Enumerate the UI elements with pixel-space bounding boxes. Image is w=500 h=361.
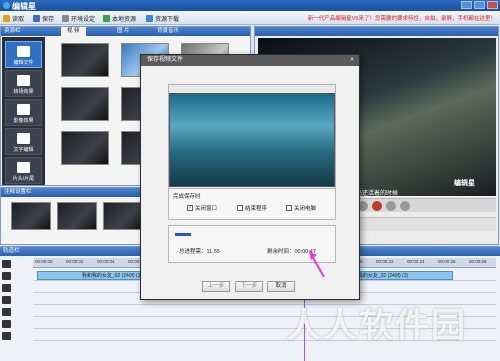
video-track-icon (2, 272, 11, 280)
resource-download-button[interactable]: 资源下载 (146, 14, 179, 23)
total-time-label: 总进程需：11.55 (179, 249, 220, 255)
site-watermark: 人人软件园 (287, 306, 467, 346)
toolbar: 读取 保存 环境设定 本地资源 资源下载 新一代产品编辑星V6来了！您需要的要求… (0, 11, 500, 25)
text-edit-button[interactable]: 文字编辑 (5, 128, 42, 155)
disk-icon (33, 15, 40, 22)
music-track-icon (2, 332, 11, 340)
effects-icon (17, 104, 30, 115)
clock-icon (2, 260, 11, 268)
window-controls (461, 1, 498, 9)
prev-step-button[interactable]: 上一步 (202, 281, 230, 292)
shutdown-option[interactable]: 关闭电脑 (286, 204, 316, 212)
video-thumbnail[interactable] (61, 87, 109, 121)
subtitle-track-icon (2, 320, 11, 328)
next-frame-icon[interactable] (386, 201, 396, 211)
checkbox-icon[interactable] (286, 205, 292, 211)
subtitle-thumbnail[interactable] (57, 202, 97, 230)
video-thumbnail[interactable] (61, 131, 109, 165)
after-complete-group: 完成保存时 ✓ 关闭窗口 结束程序 关闭电脑 (168, 188, 336, 220)
preview-header (255, 27, 498, 36)
timeline-tick: 00:00:24 (407, 259, 425, 264)
subtitle-thumbnail[interactable] (103, 202, 143, 230)
folder-icon (3, 15, 10, 22)
preview-watermark-logo: 编辑星 (454, 180, 475, 187)
next-step-button[interactable]: 下一步 (235, 281, 263, 292)
timeline-tick: 00:00:02 (66, 259, 84, 264)
download-icon (146, 15, 153, 22)
end-program-option[interactable]: 结束程序 (237, 204, 267, 212)
clapper-icon (17, 162, 30, 173)
timeline-tick: 00:00:28 (469, 259, 487, 264)
track-subtitle-toggle[interactable] (2, 319, 30, 329)
tab-image[interactable]: 图 片 (111, 27, 136, 36)
transition-button[interactable]: 转场效果 (5, 70, 42, 97)
video-thumbnail[interactable] (61, 43, 109, 77)
close-window-button[interactable] (487, 1, 498, 9)
save-video-dialog: 保存视频文件 × 完成保存时 ✓ 关闭窗口 结束程序 关闭电脑 总进程需：11.… (140, 54, 360, 300)
text-icon (17, 133, 30, 144)
cancel-button[interactable]: 取消 (267, 281, 295, 292)
close-window-option[interactable]: ✓ 关闭窗口 (187, 204, 217, 212)
open-button[interactable]: 读取 (3, 14, 24, 23)
track-music-toggle[interactable] (2, 331, 30, 341)
timeline-tick: 00:00:22 (376, 259, 394, 264)
film-icon (17, 46, 30, 57)
track-video-toggle[interactable] (2, 271, 30, 281)
track-text-toggle[interactable] (2, 307, 30, 317)
local-resource-button[interactable]: 本地资源 (103, 14, 136, 23)
save-progress-bar (175, 233, 191, 236)
track-audio-toggle[interactable] (2, 295, 30, 305)
volume-icon[interactable] (400, 201, 410, 211)
minimize-button[interactable] (461, 1, 472, 9)
dialog-preview-video (169, 93, 335, 187)
effect-track-icon (2, 284, 11, 292)
transition-icon (17, 75, 30, 86)
app-logo-icon (3, 2, 10, 9)
audio-track-icon (2, 296, 11, 304)
tab-music[interactable]: 背景音乐 (151, 27, 185, 36)
maximize-button[interactable] (474, 1, 485, 9)
timeline-clock[interactable] (2, 259, 30, 269)
play-icon[interactable] (372, 201, 382, 211)
title-bar: 编辑星 (0, 0, 500, 11)
settings-button[interactable]: 环境设定 (62, 14, 95, 23)
arrow-down-icon (103, 15, 110, 22)
text-track-icon (2, 308, 11, 316)
checkbox-icon[interactable] (237, 205, 243, 211)
intro-outro-button[interactable]: 片头/片尾 (5, 157, 42, 184)
after-complete-label: 完成保存时 (173, 194, 201, 200)
gear-icon (62, 15, 69, 22)
dialog-title: 保存视频文件 (141, 55, 359, 66)
subtitle-thumbnail[interactable] (11, 202, 51, 230)
checkbox-checked-icon[interactable]: ✓ (187, 205, 193, 211)
timeline-tick: 00:00:00 (35, 259, 53, 264)
annotation-arrow-icon (309, 251, 325, 278)
dialog-close-button[interactable]: × (348, 57, 356, 64)
timeline-tick: 00:00:26 (438, 259, 456, 264)
promo-notice[interactable]: 新一代产品编辑星V6来了！您需要的要求特性，自拍，录屏，手机都在这里！ (308, 14, 496, 22)
effects-button[interactable]: 影像效果 (5, 99, 42, 126)
edit-file-button[interactable]: 编辑文件 (5, 41, 42, 68)
track-effect-toggle[interactable] (2, 283, 30, 293)
tab-video[interactable]: 视 频 (61, 27, 86, 36)
save-button[interactable]: 保存 (33, 14, 54, 23)
function-sidebar: 编辑文件 转场效果 影像效果 文字编辑 片头/片尾 (2, 37, 45, 185)
timeline-tick: 00:00:04 (97, 259, 115, 264)
